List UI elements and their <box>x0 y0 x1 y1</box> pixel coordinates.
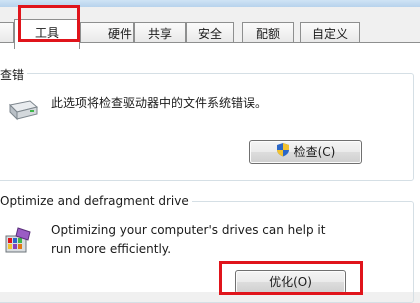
drive-icon <box>8 97 39 125</box>
tab-customize-label: 自定义 <box>311 27 348 41</box>
error-check-title: 查错 <box>0 66 28 83</box>
uac-shield-icon <box>276 142 290 164</box>
check-button-label: 检查(C) <box>293 145 336 159</box>
optimize-title: Optimize and defragment drive <box>0 194 192 208</box>
tools-tab-highlight-box <box>18 5 80 42</box>
optimize-description-line2: run more efficiently. <box>51 242 172 256</box>
optimize-description-line1: Optimizing your computer's drives can he… <box>51 223 326 237</box>
error-check-description: 此选项将检查驱动器中的文件系统错误。 <box>51 96 268 110</box>
defrag-icon <box>4 226 32 260</box>
tab-sharing-label: 共享 <box>147 27 172 41</box>
tab-security-label: 安全 <box>197 27 222 41</box>
optimize-button-highlight-box <box>219 261 363 295</box>
tab-quota-label: 配额 <box>255 27 280 41</box>
tools-panel: 查错 此选项将检查驱动器中的文件系统错误。 检查(C) Optimize and… <box>0 42 420 303</box>
check-button[interactable]: 检查(C) <box>249 140 362 164</box>
error-check-group <box>0 73 414 181</box>
